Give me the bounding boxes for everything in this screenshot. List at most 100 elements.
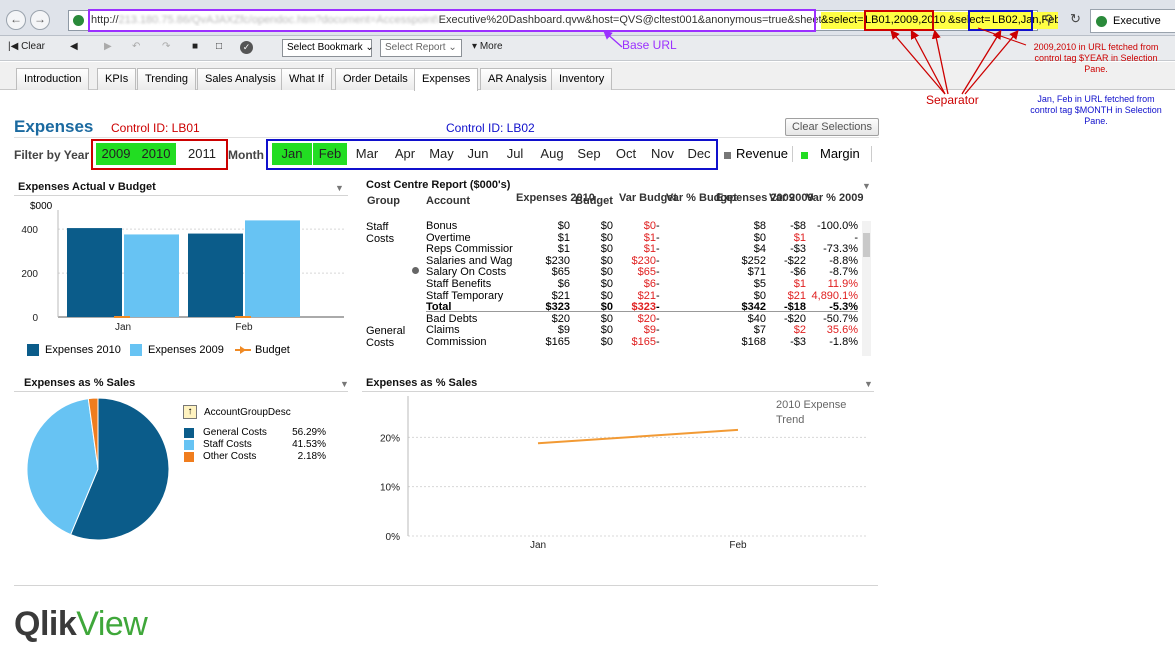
table-row-account: Staff Benefits xyxy=(426,279,492,290)
table-cell-exp2009: $4 xyxy=(753,243,766,256)
table-header-1[interactable]: Account xyxy=(426,196,496,207)
table-cell-exp2010: $165 xyxy=(545,336,570,348)
table-cell-var09: -$20 xyxy=(783,312,806,325)
panel-menu-icon[interactable]: ▼ xyxy=(335,183,344,193)
table-row-account: Salary On Costs xyxy=(426,267,507,279)
x-tick-label: Jan xyxy=(530,540,546,551)
panel-divider xyxy=(14,195,348,196)
filter-divider xyxy=(871,146,872,162)
table-header-4[interactable]: Var Budget xyxy=(619,193,677,204)
table-cell-budget: $0 xyxy=(600,231,613,244)
legend-exp2009-swatch xyxy=(130,344,142,356)
panel-divider xyxy=(362,391,874,392)
table-header-8[interactable]: Var % 2009 xyxy=(806,193,864,204)
filter-divider xyxy=(792,146,793,162)
table-cell-exp2009: $0 xyxy=(753,289,766,302)
table-cell-var09: $2 xyxy=(793,324,806,337)
y-tick-label: 0 xyxy=(32,313,38,324)
collapse-icon[interactable] xyxy=(412,267,419,274)
table-cell-budget: $0 xyxy=(600,266,613,279)
revenue-indicator-icon xyxy=(724,152,731,159)
pie-chart-title: Expenses as % Sales xyxy=(24,377,136,389)
bar-feb-1[interactable] xyxy=(245,220,300,317)
filter-month-label: Month xyxy=(228,148,264,162)
table-cell-exp2010: $230 xyxy=(545,254,570,267)
table-cell-varp09: -1.8% xyxy=(829,336,858,348)
group-label-staff: Costs xyxy=(366,233,395,245)
revenue-toggle[interactable]: Revenue xyxy=(736,146,788,161)
table-row-account: Overtime xyxy=(426,232,471,244)
pie-legend-label: Staff Costs xyxy=(203,439,252,450)
x-tick-label: Feb xyxy=(729,540,747,551)
panel-menu-icon[interactable]: ▼ xyxy=(862,181,871,191)
margin-toggle[interactable]: Margin xyxy=(820,146,860,161)
table-cell-budget: $0 xyxy=(600,254,613,267)
table-header-3[interactable]: Budget xyxy=(573,196,615,207)
table-cell-var09: -$22 xyxy=(783,254,806,267)
table-cell-var09: $21 xyxy=(787,289,806,302)
pie-legend-swatch xyxy=(184,428,194,438)
pie-legend-pct: 56.29% xyxy=(292,427,326,438)
table-header-2[interactable]: Expenses 2010 xyxy=(516,193,595,204)
table-cell-budget: $0 xyxy=(600,336,613,348)
panel-menu-icon[interactable]: ▼ xyxy=(340,379,349,389)
table-header-7[interactable]: Var 2009 xyxy=(769,193,814,204)
bar-jan-1[interactable] xyxy=(124,234,179,317)
margin-indicator-icon xyxy=(801,152,808,159)
pie-legend-swatch xyxy=(184,452,194,462)
table-header-0[interactable]: Group xyxy=(367,196,407,207)
table-cell-exp2010: $9 xyxy=(557,324,570,337)
table-cell-varpb: - xyxy=(656,254,660,267)
table-cell-varb: $1 xyxy=(643,231,656,244)
table-cell-varp09: -73.3% xyxy=(823,243,858,256)
table-cell-budget: $0 xyxy=(600,278,613,290)
clear-selections-button[interactable]: Clear Selections xyxy=(785,118,879,136)
table-row-account: Reps Commissior xyxy=(426,244,513,256)
y-tick-label: 20% xyxy=(380,433,400,444)
y-tick-label: 200 xyxy=(21,269,38,280)
bar-chart: 0 200 400 Jan Feb xyxy=(21,210,344,333)
bar-jan-0[interactable] xyxy=(67,228,122,317)
table-cell-varb: $1 xyxy=(643,243,656,256)
table-cell-exp2009: $71 xyxy=(747,266,766,279)
table-cell-exp2009: $5 xyxy=(753,278,766,290)
table-title: Cost Centre Report ($000's) xyxy=(366,179,511,191)
table-cell-varpb: - xyxy=(656,336,660,348)
legend-budget-label: Budget xyxy=(255,344,290,356)
table-cell-exp2010: $0 xyxy=(557,220,570,232)
table-cell-exp2010: $65 xyxy=(551,266,570,279)
trend-line[interactable] xyxy=(537,428,739,445)
table-row-account: Claims xyxy=(426,325,460,337)
table-cell-varp09: -100.0% xyxy=(817,220,858,232)
table-cell-varp09: -8.8% xyxy=(829,254,858,267)
bar-feb-0[interactable] xyxy=(188,233,243,317)
table-cell-budget: $0 xyxy=(600,220,613,232)
table-cell-varpb: - xyxy=(656,278,660,290)
budget-line-icon xyxy=(235,346,251,354)
drill-up-icon[interactable]: ↑ xyxy=(183,405,197,419)
pie-legend-label: General Costs xyxy=(203,427,267,438)
table-cell-varp09: - xyxy=(854,231,858,244)
table-cell-varp09: 11.9% xyxy=(827,278,858,290)
table-row-account: Bad Debts xyxy=(426,313,478,325)
table-header-5[interactable]: Var % Budget xyxy=(666,193,737,204)
table-row-account: Bonus xyxy=(426,221,458,232)
table-cell-var09: -$8 xyxy=(790,220,806,232)
table-scrollbar[interactable] xyxy=(862,221,871,356)
scrollbar-thumb[interactable] xyxy=(863,233,870,257)
qlikview-logo: QlikView xyxy=(14,605,148,643)
table-cell-varp09: 4,890.1% xyxy=(811,289,858,302)
panel-menu-icon[interactable]: ▼ xyxy=(864,379,873,389)
lb01-highlight xyxy=(91,139,228,170)
table-cell-var09: $1 xyxy=(793,278,806,290)
lb02-highlight xyxy=(266,139,718,170)
table-cell-varpb: - xyxy=(656,266,660,279)
table-header-6[interactable]: Expenses 2009 xyxy=(716,193,795,204)
pie-legend-label: Other Costs xyxy=(203,451,257,462)
table-cell-exp2010: $1 xyxy=(557,243,570,256)
page-title: Expenses xyxy=(14,117,94,136)
table-cell-var09: -$6 xyxy=(790,266,806,279)
table-cell-exp2009: $252 xyxy=(741,254,766,267)
table-cell-varb: $165 xyxy=(631,336,656,348)
group-label-general: General xyxy=(366,325,406,337)
